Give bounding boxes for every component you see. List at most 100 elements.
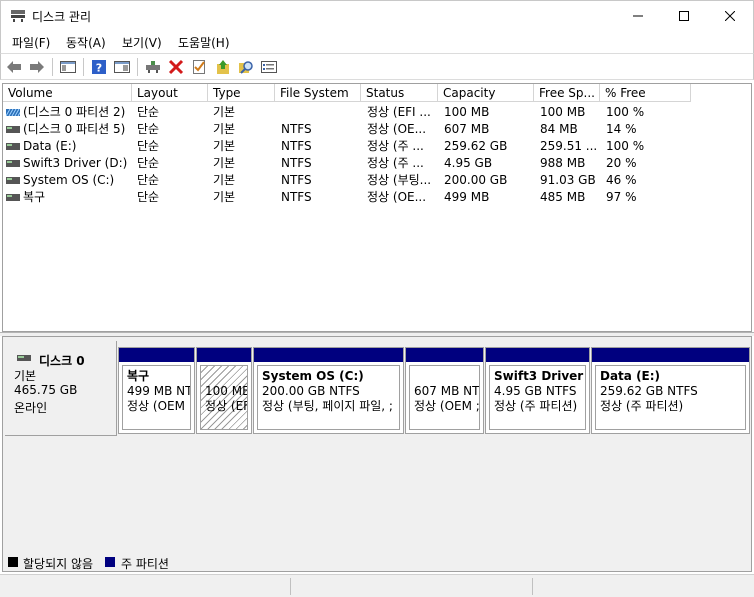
toolbar-separator [83,58,84,76]
volume-icon [6,143,20,150]
partition-type-bar [406,348,483,362]
partition-block[interactable]: System OS (C:) 200.00 GB NTFS 정상 (부팅, 페이지 … [253,347,404,434]
minimize-button[interactable] [615,1,661,31]
partition-details: Data (E:) 259.62 GB NTFS 정상 (주 파티션) [595,365,746,430]
back-button[interactable] [5,58,23,76]
cell-status: 정상 (EFI ... [367,105,431,119]
menu-help[interactable]: 도움말(H) [178,34,230,51]
disk-name: 디스크 0 [39,354,85,368]
close-button[interactable] [707,1,753,31]
volume-list: Volume Layout Type File System Status Ca… [2,83,752,332]
maximize-button[interactable] [661,1,707,31]
search-button[interactable] [237,58,255,76]
table-row[interactable]: Data (E:) 단순 기본 NTFS 정상 (주 ... 259.62 GB 259.5… [3,138,751,155]
partition-title-empty [205,369,247,384]
table-row[interactable]: Swift3 Driver (D:) 단순 기본 NTFS 정상 (주 ... 4.95 … [3,155,751,172]
search-icon [239,61,253,74]
partition-type-bar [197,348,251,362]
list-icon [114,61,130,73]
menu-view[interactable]: 보기(V) [122,34,162,51]
partition-block[interactable]: 607 MB NTI 정상 (OEM ; [405,347,484,434]
console-tree-button[interactable] [59,58,77,76]
column-header-status[interactable]: Status [361,84,438,102]
cell-free-space: 91.03 GB [540,173,596,187]
partition-status: 정상 (EF [205,399,248,413]
window-title: 디스크 관리 [32,10,92,24]
menu-file[interactable]: 파일(F) [12,34,50,51]
table-row[interactable]: 복구 단순 기본 NTFS 정상 (OE... 499 MB 485 MB 97 % [3,189,751,206]
column-header-capacity[interactable]: Capacity [438,84,534,102]
up-button[interactable] [214,58,232,76]
legend-swatch-unallocated [8,557,18,567]
partition-size: 200.00 GB NTFS [262,384,360,398]
disk-state: 온라인 [14,401,48,415]
cell-layout: 단순 [137,173,160,187]
cell-capacity: 4.95 GB [444,156,493,170]
toolbar: ? [0,53,754,80]
toolbar-separator [52,58,53,76]
minimize-icon [633,15,643,17]
legend-label-unallocated: 할당되지 않음 [23,557,94,571]
column-header-type[interactable]: Type [208,84,275,102]
partition-size: 100 ME [205,384,248,398]
cell-free-space: 485 MB [540,190,586,204]
cell-percent-free: 14 % [606,122,637,136]
cell-status: 정상 (주 ... [367,139,424,153]
table-row[interactable]: (디스크 0 파티션 2) 단순 기본 정상 (EFI ... 100 MB 100 MB… [3,104,751,121]
cell-capacity: 200.00 GB [444,173,508,187]
cell-layout: 단순 [137,139,160,153]
cell-free-space: 259.51 ... [540,139,598,153]
cell-type: 기본 [213,156,236,170]
column-header-free-space[interactable]: Free Sp... [534,84,600,102]
cell-percent-free: 100 % [606,139,645,153]
partition-block[interactable]: 100 ME 정상 (EF [196,347,252,434]
partition-status: 정상 (OEM [127,399,185,413]
partition-block[interactable]: Data (E:) 259.62 GB NTFS 정상 (주 파티션) [591,347,750,434]
partition-details: Swift3 Driver (I4.95 GB NTFS정상 (주 파티션) [489,365,586,430]
forward-icon [30,61,44,73]
partition-block[interactable]: Swift3 Driver (I4.95 GB NTFS정상 (주 파티션) [485,347,590,434]
cell-file-system: NTFS [281,173,312,187]
connect-button[interactable] [144,58,162,76]
disk-management-icon [11,10,25,22]
partition-type-bar [119,348,194,362]
partition-size: 607 MB NTI [414,384,480,398]
cell-volume: (디스크 0 파티션 2) [23,105,126,119]
column-header-percent-free[interactable]: % Free [600,84,691,102]
cell-free-space: 100 MB [540,105,586,119]
help-button[interactable]: ? [90,58,108,76]
partition-block[interactable]: 복구 499 MB NT 정상 (OEM [118,347,195,434]
menu-action[interactable]: 동작(A) [66,34,106,51]
close-icon [725,11,735,21]
disk-size: 465.75 GB [14,383,78,397]
cell-type: 기본 [213,190,236,204]
partition-details: 100 ME 정상 (EF [200,365,248,430]
partition-status: 정상 (주 파티션) [494,399,578,413]
up-icon [217,60,229,74]
cell-status: 정상 (주 ... [367,156,424,170]
cell-status: 정상 (OE... [367,190,427,204]
details-button[interactable] [260,58,278,76]
partition-title: 복구 [127,369,150,383]
disk-info-panel[interactable]: 디스크 0 기본 465.75 GB 온라인 [5,341,117,436]
cell-volume: (디스크 0 파티션 5) [23,122,126,136]
list-view-button[interactable] [113,58,131,76]
table-row[interactable]: System OS (C:) 단순 기본 NTFS 정상 (부팅... 200.00 GB… [3,172,751,189]
delete-button[interactable] [167,58,185,76]
partition-title: Data (E:) [600,369,661,383]
column-header-volume[interactable]: Volume [3,84,132,102]
table-row[interactable]: (디스크 0 파티션 5) 단순 기본 NTFS 정상 (OE... 607 MB 84 M… [3,121,751,138]
volume-icon [6,177,20,184]
properties-icon [193,60,205,74]
cell-file-system: NTFS [281,139,312,153]
column-header-layout[interactable]: Layout [132,84,208,102]
column-header-file-system[interactable]: File System [275,84,361,102]
properties-button[interactable] [190,58,208,76]
cell-percent-free: 20 % [606,156,637,170]
cell-capacity: 259.62 GB [444,139,508,153]
forward-button[interactable] [28,58,46,76]
cell-capacity: 607 MB [444,122,490,136]
cell-status: 정상 (OE... [367,122,427,136]
cell-percent-free: 97 % [606,190,637,204]
cell-type: 기본 [213,139,236,153]
